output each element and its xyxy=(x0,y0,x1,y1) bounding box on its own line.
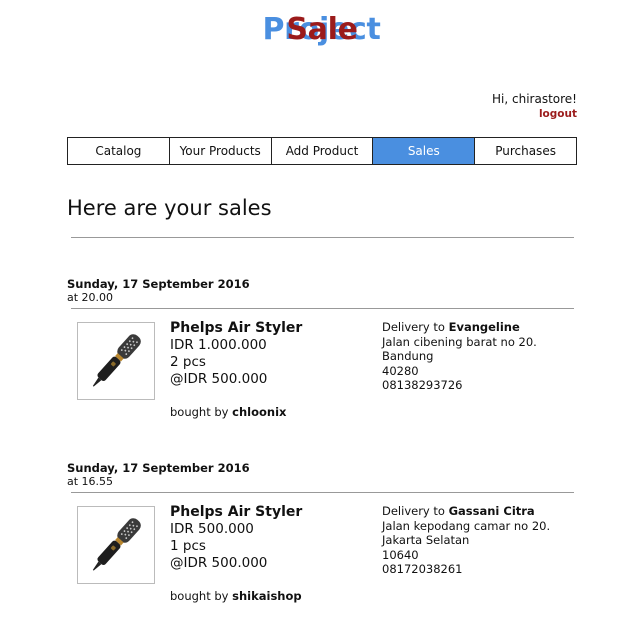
product-image[interactable] xyxy=(77,506,155,584)
product-name[interactable]: Phelps Air Styler xyxy=(170,320,302,337)
sale-divider xyxy=(71,492,574,493)
buyer-name: shikaishop xyxy=(232,589,302,603)
main-nav: Catalog Your Products Add Product Sales … xyxy=(67,137,577,165)
logout-link[interactable]: logout xyxy=(492,107,577,121)
delivery-prefix: Delivery to xyxy=(382,320,445,334)
tab-purchases[interactable]: Purchases xyxy=(475,138,576,164)
delivery-phone: 08172038261 xyxy=(382,562,463,576)
hair-styler-icon xyxy=(92,518,141,571)
buyer-line: bought by shikaishop xyxy=(170,589,302,603)
product-quantity: 1 pcs xyxy=(170,538,206,554)
product-total: IDR 1.000.000 xyxy=(170,337,267,353)
product-quantity: 2 pcs xyxy=(170,354,206,370)
sale-entry: Sunday, 17 September 2016 at 20.00 Phelp… xyxy=(67,277,577,419)
logo-sale-text: Sale xyxy=(286,12,358,47)
buyer-line: bought by chloonix xyxy=(170,405,286,419)
site-logo[interactable]: Sale Project xyxy=(0,12,643,47)
delivery-postal: 40280 xyxy=(382,363,419,378)
buyer-name: chloonix xyxy=(232,405,287,419)
product-name[interactable]: Phelps Air Styler xyxy=(170,504,302,521)
buyer-prefix: bought by xyxy=(170,589,229,603)
product-total: IDR 500.000 xyxy=(170,521,254,537)
sale-date: Sunday, 17 September 2016 xyxy=(67,461,250,475)
sale-time: at 20.00 xyxy=(67,291,114,304)
delivery-address: Jalan cibening barat no 20. xyxy=(382,334,537,349)
delivery-city: Jakarta Selatan xyxy=(382,533,470,547)
product-image[interactable] xyxy=(77,322,155,400)
sale-entry: Sunday, 17 September 2016 at 16.55 Phelp… xyxy=(67,461,577,603)
page-title: Here are your sales xyxy=(67,196,272,220)
delivery-info: Delivery to Evangeline Jalan cibening ba… xyxy=(382,320,537,393)
delivery-phone: 08138293726 xyxy=(382,378,463,392)
delivery-postal: 10640 xyxy=(382,547,419,562)
delivery-city: Bandung xyxy=(382,349,434,363)
hair-styler-icon xyxy=(92,334,141,387)
product-info: Phelps Air Styler IDR 1.000.000 2 pcs @I… xyxy=(170,320,302,388)
product-unit-price: @IDR 500.000 xyxy=(170,371,268,387)
product-unit-price: @IDR 500.000 xyxy=(170,555,268,571)
buyer-prefix: bought by xyxy=(170,405,229,419)
tab-sales[interactable]: Sales xyxy=(373,138,476,164)
sale-date: Sunday, 17 September 2016 xyxy=(67,277,250,291)
recipient-name: Evangeline xyxy=(448,320,520,334)
heading-divider xyxy=(71,237,574,238)
recipient-name: Gassani Citra xyxy=(448,504,535,518)
tab-catalog[interactable]: Catalog xyxy=(68,138,170,164)
delivery-address: Jalan kepodang camar no 20. xyxy=(382,518,551,533)
sale-divider xyxy=(71,308,574,309)
sale-time: at 16.55 xyxy=(67,475,114,488)
user-box: Hi, chirastore! logout xyxy=(492,92,577,121)
delivery-info: Delivery to Gassani Citra Jalan kepodang… xyxy=(382,504,550,577)
user-greeting: Hi, chirastore! xyxy=(492,92,577,106)
tab-add-product[interactable]: Add Product xyxy=(272,138,374,164)
tab-your-products[interactable]: Your Products xyxy=(170,138,272,164)
product-info: Phelps Air Styler IDR 500.000 1 pcs @IDR… xyxy=(170,504,302,572)
delivery-prefix: Delivery to xyxy=(382,504,445,518)
